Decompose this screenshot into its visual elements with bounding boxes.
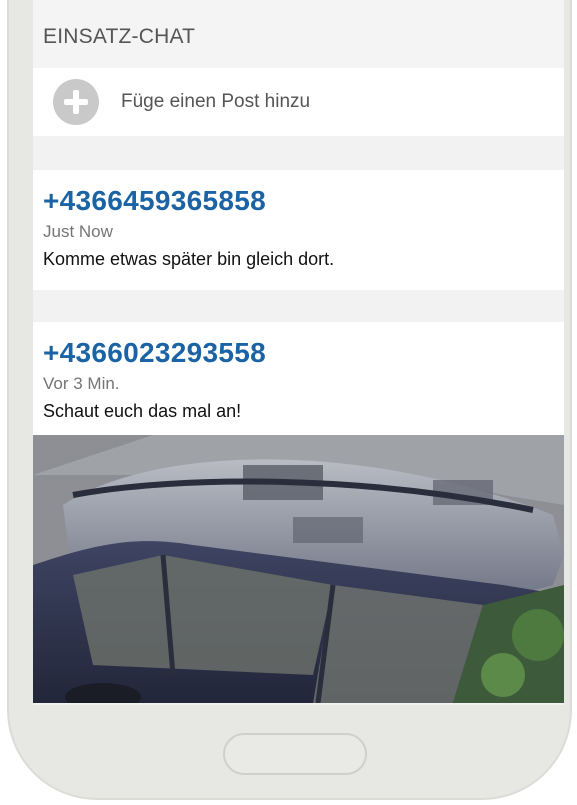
section-title: EINSATZ-CHAT [43, 25, 196, 48]
home-button[interactable] [223, 733, 367, 775]
chat-post[interactable]: +4366023293558 Vor 3 Min. Schaut euch da… [33, 322, 564, 703]
car-roof-photo [33, 435, 564, 703]
section-header: EINSATZ-CHAT [33, 0, 564, 68]
post-sender[interactable]: +4366023293558 [43, 336, 554, 370]
post-sender[interactable]: +4366459365858 [43, 184, 554, 218]
post-text: Schaut euch das mal an! [43, 401, 242, 421]
post-image[interactable] [33, 435, 564, 703]
chat-post[interactable]: +4366459365858 Just Now Komme etwas spät… [33, 170, 564, 290]
divider [33, 290, 564, 322]
plus-circle-icon [53, 79, 99, 125]
divider [33, 136, 564, 170]
add-post-label: Füge einen Post hinzu [121, 91, 311, 112]
post-time: Just Now [43, 222, 113, 241]
app-screen: EINSATZ-CHAT Füge einen Post hinzu +4366… [33, 0, 564, 705]
post-text: Komme etwas später bin gleich dort. [43, 249, 335, 269]
add-post-button[interactable]: Füge einen Post hinzu [33, 68, 564, 136]
post-time: Vor 3 Min. [43, 374, 120, 393]
